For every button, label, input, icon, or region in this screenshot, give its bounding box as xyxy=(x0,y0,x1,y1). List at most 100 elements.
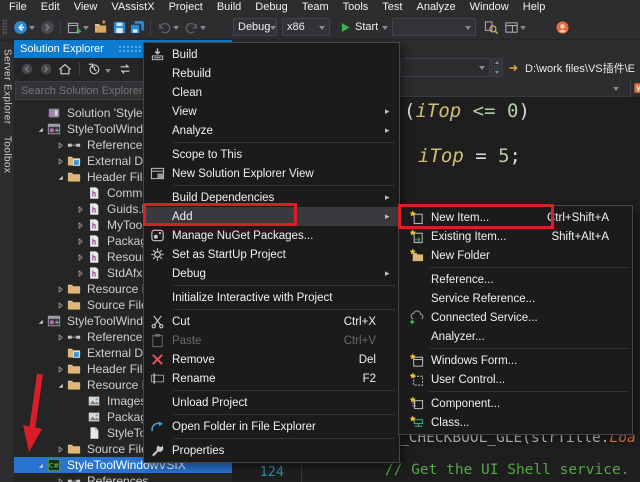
tree-expander-icon[interactable] xyxy=(54,153,66,169)
find-in-files-icon[interactable] xyxy=(482,18,500,36)
menu-item-unload-project[interactable]: Unload Project xyxy=(144,393,399,412)
forward-icon[interactable] xyxy=(38,61,54,77)
document-path-bar[interactable]: D:\work files\VS插件\E xyxy=(508,58,640,77)
redo-icon[interactable] xyxy=(182,18,200,36)
tree-expander-icon[interactable] xyxy=(54,329,66,345)
menu-item-rename[interactable]: Rename F2 xyxy=(144,369,399,388)
menu-item-paste[interactable]: Paste Ctrl+V xyxy=(144,331,399,350)
menu-file[interactable]: File xyxy=(2,0,34,15)
menu-analyze[interactable]: Analyze xyxy=(409,0,462,15)
menu-item-component[interactable]: Component... xyxy=(399,394,632,413)
menu-view[interactable]: View xyxy=(67,0,105,15)
menu-item-clean[interactable]: Clean xyxy=(144,83,399,102)
menu-item-new-folder[interactable]: New Folder xyxy=(399,246,632,265)
tree-expander-icon[interactable] xyxy=(54,169,66,185)
menu-debug[interactable]: Debug xyxy=(248,0,294,15)
menu-item-build[interactable]: Build xyxy=(144,45,399,64)
menu-item-add[interactable]: Add xyxy=(144,207,399,226)
rename-icon xyxy=(148,371,166,387)
vassistx-icon[interactable] xyxy=(633,81,640,95)
start-debug-button[interactable]: Start xyxy=(337,17,390,37)
menu-item-reference[interactable]: Reference... xyxy=(399,270,632,289)
tree-expander-icon[interactable] xyxy=(74,217,86,233)
tree-expander-icon[interactable] xyxy=(54,473,66,482)
menu-item-properties[interactable]: Properties xyxy=(144,441,399,460)
toolbar-grip[interactable] xyxy=(2,19,7,35)
new-folder-icon xyxy=(407,248,425,264)
caret-down-icon[interactable] xyxy=(29,26,35,33)
menu-item-existing-item[interactable]: Existing Item... Shift+Alt+A xyxy=(399,227,632,246)
tree-expander-icon[interactable] xyxy=(74,249,86,265)
pending-changes-filter-icon[interactable] xyxy=(86,61,102,77)
caret-down-icon[interactable] xyxy=(105,69,111,76)
menu-item-rebuild[interactable]: Rebuild xyxy=(144,64,399,83)
platform-combo[interactable]: x86 xyxy=(282,18,330,36)
menu-item-build-dependencies[interactable]: Build Dependencies xyxy=(144,188,399,207)
navigate-back-icon[interactable] xyxy=(11,18,29,36)
tree-expander-icon[interactable] xyxy=(54,297,66,313)
menu-item-new-item[interactable]: New Item... Ctrl+Shift+A xyxy=(399,208,632,227)
menu-project[interactable]: Project xyxy=(162,0,210,15)
sidebar-tab-server-explorer[interactable]: Server Explorer xyxy=(2,45,13,128)
tree-expander-icon[interactable] xyxy=(54,361,66,377)
menu-item-analyzer[interactable]: Analyzer... xyxy=(399,327,632,346)
menu-item-analyze[interactable]: Analyze xyxy=(144,121,399,140)
tree-expander-icon[interactable] xyxy=(34,121,46,137)
editor-combo[interactable] xyxy=(400,58,490,77)
tree-expander-icon[interactable] xyxy=(74,201,86,217)
caret-down-icon[interactable] xyxy=(520,26,526,33)
menu-test[interactable]: Test xyxy=(375,0,409,15)
toolbar-combo-empty[interactable] xyxy=(392,18,476,36)
menu-item-new-solution-explorer-view[interactable]: New Solution Explorer View xyxy=(144,164,399,183)
sidebar-tab-toolbox[interactable]: Toolbox xyxy=(2,132,13,177)
menu-item-view[interactable]: View xyxy=(144,102,399,121)
menu-help[interactable]: Help xyxy=(516,0,553,15)
sync-with-active-document-icon[interactable] xyxy=(117,61,133,77)
save-all-icon[interactable] xyxy=(128,18,146,36)
menu-item-scope-to-this[interactable]: Scope to This xyxy=(144,145,399,164)
menu-tools[interactable]: Tools xyxy=(336,0,376,15)
caret-down-icon[interactable] xyxy=(173,26,179,33)
save-icon[interactable] xyxy=(110,18,128,36)
menu-edit[interactable]: Edit xyxy=(34,0,67,15)
menu-item-windows-form[interactable]: Windows Form... xyxy=(399,351,632,370)
menu-item-initialize-interactive[interactable]: Initialize Interactive with Project xyxy=(144,288,399,307)
tree-item-references-3[interactable]: References xyxy=(14,473,232,482)
caret-down-icon[interactable] xyxy=(83,26,89,33)
menu-item-manage-nuget-packages[interactable]: Manage NuGet Packages... xyxy=(144,226,399,245)
menu-item-remove[interactable]: Remove Del xyxy=(144,350,399,369)
new-project-icon[interactable] xyxy=(65,18,83,36)
menu-build[interactable]: Build xyxy=(210,0,248,15)
menu-vassistx[interactable]: VAssistX xyxy=(104,0,161,15)
undo-icon[interactable] xyxy=(155,18,173,36)
feedback-icon[interactable] xyxy=(553,18,571,36)
home-icon[interactable] xyxy=(57,61,73,77)
code-segment: iTop xyxy=(418,145,464,167)
tree-expander-icon[interactable] xyxy=(74,265,86,281)
tree-expander-icon[interactable] xyxy=(54,441,66,457)
menu-item-cut[interactable]: Cut Ctrl+X xyxy=(144,312,399,331)
tree-expander-icon[interactable] xyxy=(54,377,66,393)
code-segment: iTop xyxy=(415,100,461,122)
menu-item-debug[interactable]: Debug xyxy=(144,264,399,283)
caret-down-icon[interactable] xyxy=(200,26,206,33)
open-file-icon[interactable] xyxy=(92,18,110,36)
stepper[interactable] xyxy=(491,58,503,77)
back-icon[interactable] xyxy=(19,61,35,77)
configuration-combo[interactable]: Debug xyxy=(233,18,277,36)
tree-expander-icon[interactable] xyxy=(74,233,86,249)
menu-window[interactable]: Window xyxy=(463,0,516,15)
tree-expander-icon[interactable] xyxy=(54,137,66,153)
tree-expander-icon[interactable] xyxy=(54,281,66,297)
menu-item-service-reference[interactable]: Service Reference... xyxy=(399,289,632,308)
tree-expander-icon[interactable] xyxy=(34,313,46,329)
menu-item-connected-service[interactable]: Connected Service... xyxy=(399,308,632,327)
menu-item-open-folder-in-file-explorer[interactable]: Open Folder in File Explorer xyxy=(144,417,399,436)
navigate-forward-icon[interactable] xyxy=(38,18,56,36)
menu-item-class[interactable]: Class... xyxy=(399,413,632,432)
window-layout-icon[interactable] xyxy=(502,18,520,36)
menu-item-set-as-startup-project[interactable]: Set as StartUp Project xyxy=(144,245,399,264)
tree-expander-icon[interactable] xyxy=(34,457,46,473)
menu-team[interactable]: Team xyxy=(295,0,336,15)
menu-item-user-control[interactable]: User Control... xyxy=(399,370,632,389)
